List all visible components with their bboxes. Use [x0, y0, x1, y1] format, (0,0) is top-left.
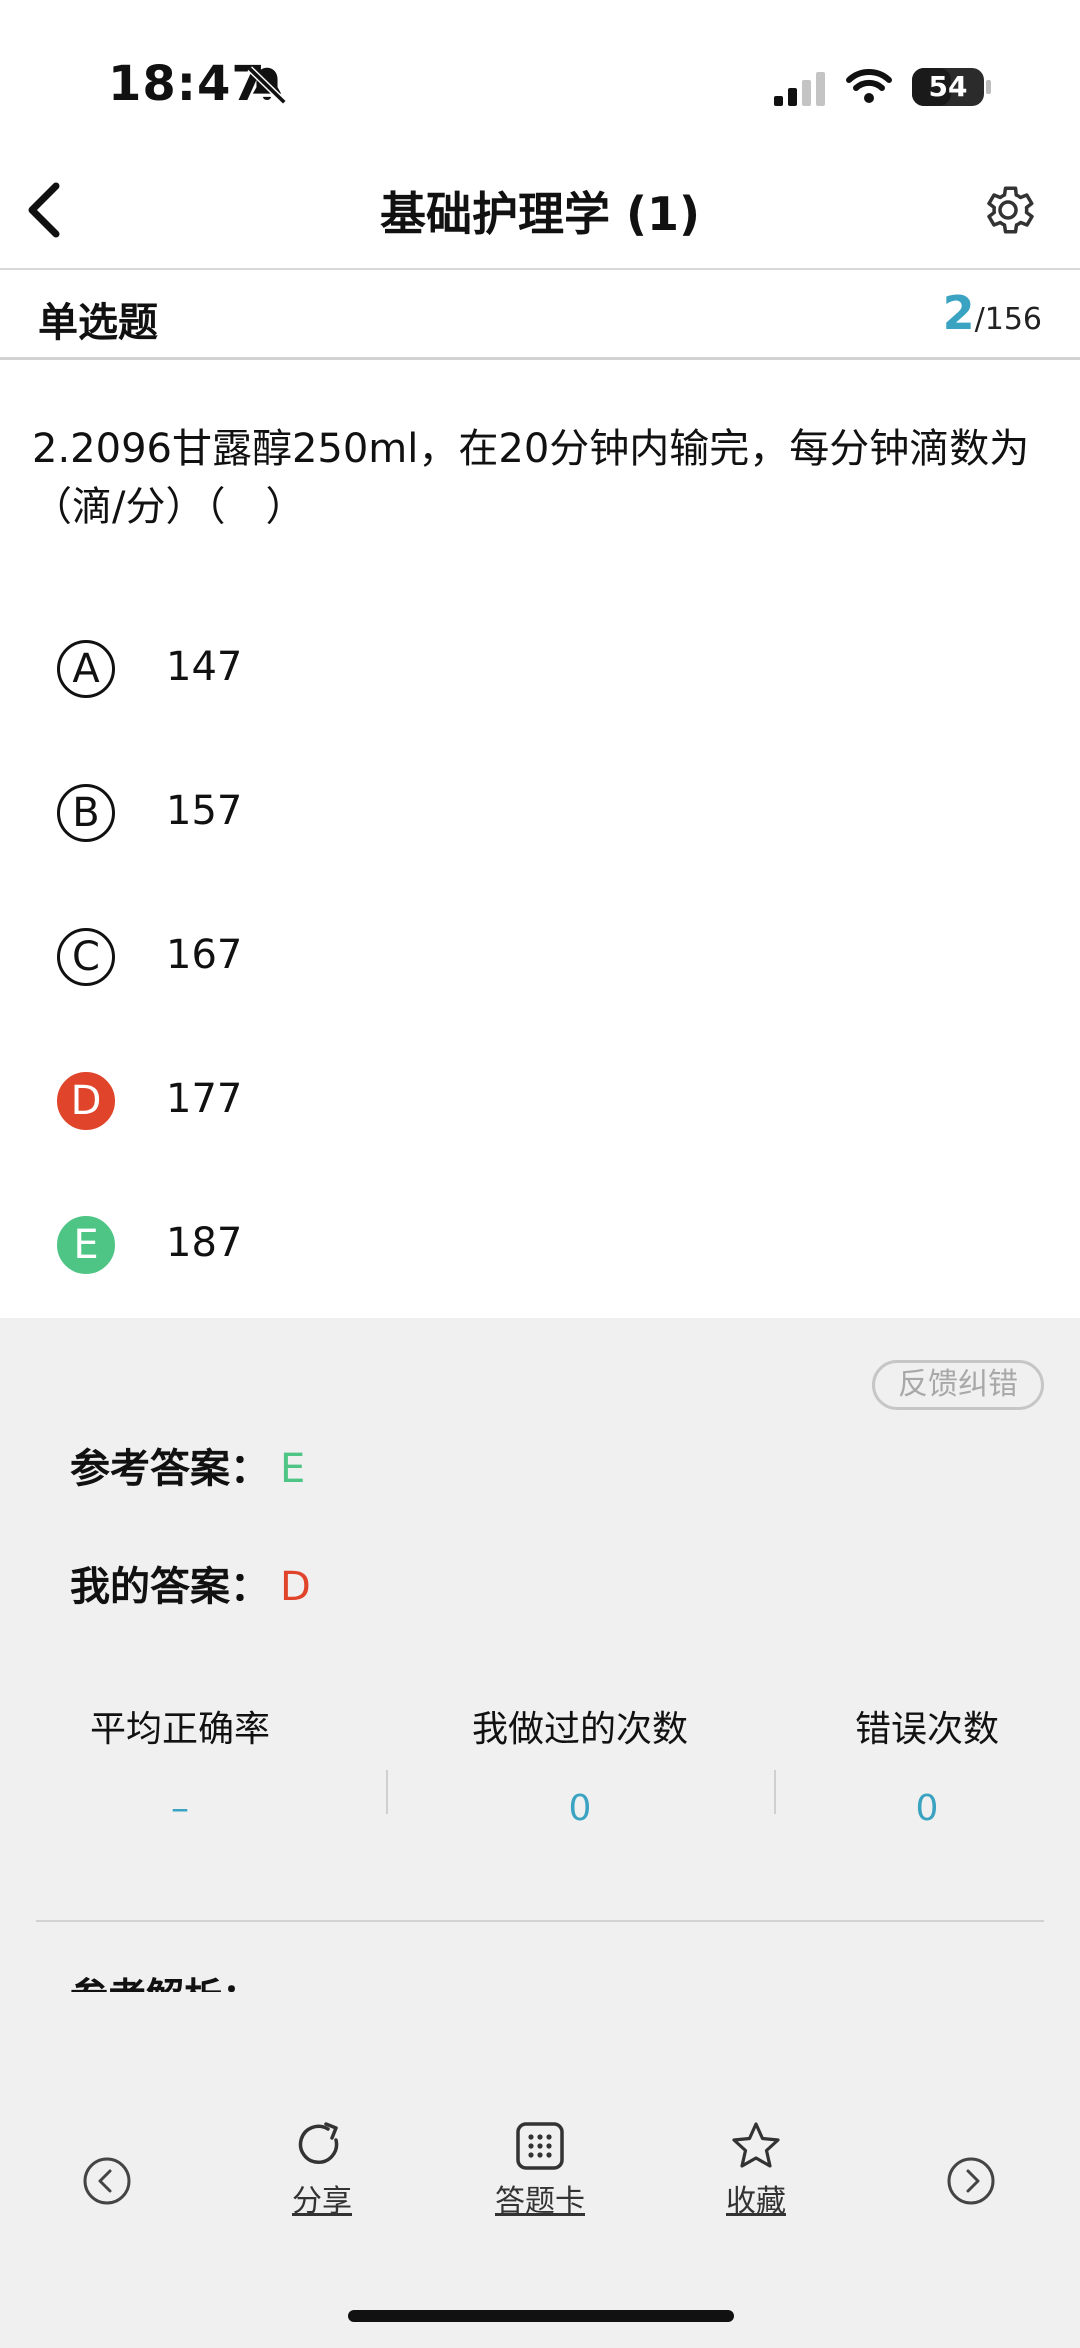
bottom-toolbar: 分享 答题卡 收藏 [0, 2120, 1080, 2260]
stat-error-count: 错误次数 0 [820, 1700, 1034, 1829]
my-answer: 我的答案： D [70, 1554, 311, 1612]
reference-answer-value: E [280, 1446, 306, 1492]
question-type-label: 单选题 [38, 300, 158, 346]
cellular-signal-icon [774, 72, 825, 106]
chevron-left-icon [28, 182, 60, 238]
grid-icon [516, 2122, 564, 2170]
option-value: 157 [166, 788, 243, 834]
current-question-number: 2 [942, 286, 975, 340]
stat-value: 0 [568, 1788, 592, 1829]
share-icon [298, 2122, 339, 2164]
option-b[interactable]: B 157 [0, 754, 1080, 874]
option-letter: B [57, 784, 115, 842]
stat-label: 平均正确率 [89, 1709, 270, 1750]
circle-arrow-left-icon[interactable] [82, 2156, 132, 2206]
question-text: 2.2096甘露醇250ml，在20分钟内输完，每分钟滴数为（滴/分）（ ） [32, 426, 1030, 530]
reference-answer-label: 参考答案： [70, 1446, 270, 1492]
home-indicator[interactable] [348, 2310, 734, 2322]
question-progress: 2/156 [943, 286, 1042, 340]
total-questions: /156 [974, 302, 1042, 337]
favorite-button[interactable]: 收藏 [716, 2120, 796, 2220]
stat-label: 错误次数 [854, 1709, 999, 1750]
option-d[interactable]: D 177 [0, 1042, 1080, 1162]
my-answer-label: 我的答案： [70, 1564, 270, 1610]
share-label: 分享 [292, 2184, 352, 2219]
battery-tip [986, 80, 991, 94]
option-letter-correct: E [57, 1216, 115, 1274]
circle-arrow-right-icon[interactable] [946, 2156, 996, 2206]
option-value: 187 [166, 1220, 243, 1266]
battery-percent: 54 [928, 70, 968, 103]
panel-divider [36, 1920, 1044, 1922]
star-icon [732, 2122, 780, 2168]
option-value: 167 [166, 932, 243, 978]
stat-value: – [171, 1788, 189, 1829]
answer-card-label: 答题卡 [495, 2184, 585, 2219]
question-type-bar: 单选题 2/156 [0, 272, 1080, 360]
option-letter: C [57, 928, 115, 986]
answer-card-button[interactable]: 答题卡 [490, 2120, 590, 2220]
settings-button[interactable] [978, 180, 1038, 240]
bell-slash-icon [247, 66, 287, 105]
analysis-label: 参考解析： [70, 1966, 260, 1992]
option-letter: A [57, 640, 115, 698]
stats-row: 平均正确率 – 我做过的次数 0 错误次数 0 [0, 1700, 1080, 1840]
option-c[interactable]: C 167 [0, 898, 1080, 1018]
feedback-button[interactable]: 反馈纠错 [872, 1360, 1044, 1410]
page-title: 基础护理学 (1) [379, 187, 701, 241]
option-value: 147 [166, 644, 243, 690]
battery-icon: 54 [912, 68, 984, 106]
option-e[interactable]: E 187 [0, 1186, 1080, 1306]
option-a[interactable]: A 147 [0, 610, 1080, 730]
nav-bar: 基础护理学 (1) [0, 150, 1080, 270]
stat-divider [774, 1770, 776, 1814]
stat-average-accuracy: 平均正确率 – [60, 1700, 300, 1829]
stat-attempt-count: 我做过的次数 0 [430, 1700, 730, 1829]
status-time: 18:47 [108, 56, 266, 112]
option-letter-wrong: D [57, 1072, 115, 1130]
share-button[interactable]: 分享 [282, 2120, 362, 2220]
status-bar: 18:47 54 [0, 0, 1080, 150]
stat-label: 我做过的次数 [471, 1709, 688, 1750]
gear-icon [987, 186, 1034, 234]
my-answer-value: D [280, 1564, 311, 1610]
option-value: 177 [166, 1076, 243, 1122]
favorite-label: 收藏 [726, 2184, 786, 2219]
reference-answer: 参考答案： E [70, 1436, 305, 1494]
back-button[interactable] [14, 180, 74, 240]
stat-value: 0 [915, 1788, 939, 1829]
stat-divider [386, 1770, 388, 1814]
wifi-icon [846, 69, 892, 103]
